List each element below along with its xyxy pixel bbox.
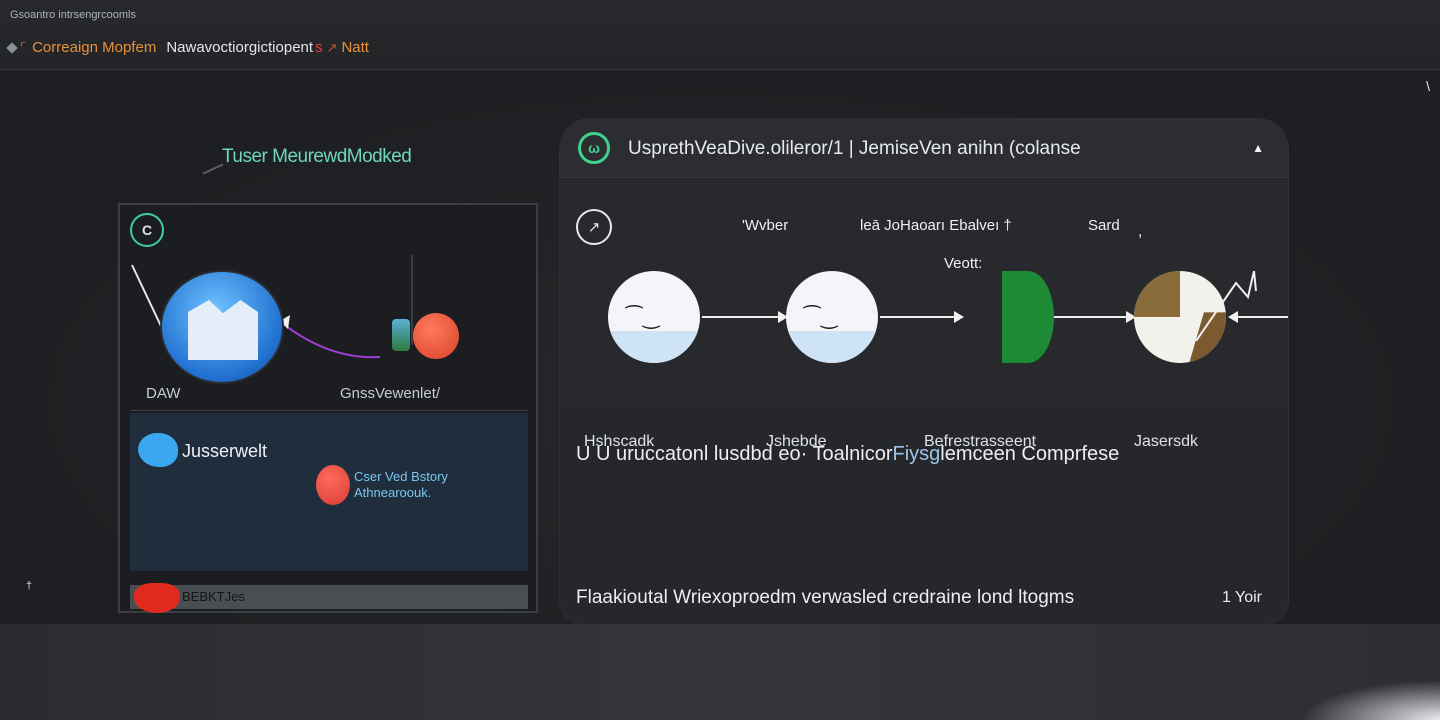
footer-description: Flaakioutal Wriexoproedm verwasled credr… [576,587,1075,608]
page-indicator: 1 Yoir [1221,589,1262,606]
top-bar: Gsoantro intrsengrcoomls ⌜ Correaign Mop… [0,0,1440,70]
flow-top-label-1: 'Wvber [742,217,789,234]
bottom-glow [1300,680,1440,720]
panel-divider [130,410,528,411]
user-label[interactable]: Jusserwelt [182,441,267,462]
flow-edge-1 [702,311,788,323]
breadcrumb-item-next[interactable]: Natt [341,39,369,56]
node-label-right: GnssVewenlet/ [340,385,441,402]
red-node[interactable] [413,313,459,359]
description-highlight[interactable]: Fiysg [892,443,940,465]
panel-logo-icon: C [130,213,164,247]
breadcrumb-item-navigation[interactable]: Nawavoctiorgictiopent [166,39,313,56]
flow-node-1-face: ⁀‿ [626,307,661,329]
chip-node[interactable] [392,319,410,351]
flow-node-3[interactable] [1002,271,1054,363]
history-note-line1: Cser Ved Bstory [354,469,448,484]
history-note: Cser Ved Bstory Athnearoouk. [354,469,448,501]
flow-node-4-label: Jasersdk [1134,433,1199,450]
heart-icon [134,583,180,613]
bottom-strip [0,624,1440,720]
flow-top-label-2: leā JoHaoarı Ebalveı † [860,217,1012,234]
diagram-area: C DAW GnssVewenlet/ [130,213,528,410]
history-note-line2: Athnearoouk. [354,485,432,500]
flow-node-2-face: ⁀‿ [804,307,839,329]
flow-node-1[interactable]: ⁀‿ [608,271,700,363]
breadcrumb: ⌜ Correaign Mopfem Nawavoctiorgictiopent… [6,39,369,56]
document-node[interactable] [160,270,284,384]
left-panel-title: Tuser MeurewdModked [222,146,412,167]
left-panel: C DAW GnssVewenlet/ Jusserwelt Cser Ved … [118,203,538,613]
flow-node-2[interactable]: ⁀‿ [786,271,878,363]
flow-diagram: ↗ 'Wvber leā JoHaoarı Ebalveı † Sard , V… [560,179,1288,450]
window-title: Gsoantro intrsengrcoomls [10,9,136,21]
description-prefix: U U [576,443,611,465]
bracket-icon: ⌜ [20,39,27,55]
flow-edge-3 [1054,311,1136,323]
footer-label: BEBKTJes [182,589,245,604]
diamond-icon [6,41,18,54]
description-line: U U uruccatonl lusdbd eo· ToalnicorFiysg… [576,443,1119,466]
left-panel-footer[interactable]: BEBKTJes [130,583,528,613]
description-main: uruccatonl lusdbd eo· Toalnicor [616,443,893,465]
right-panel-title: UsprethVeaDive.olileror/1 | JemiseVen an… [628,138,1081,159]
description-suffix: lemceen Comprfese [940,443,1120,465]
flow-top-label-3: Sard [1088,217,1120,234]
user-avatar[interactable] [138,433,178,467]
flow-top-label-4: , [1138,223,1143,240]
breadcrumb-item-suffix: s [315,39,323,56]
collapse-icon[interactable]: ▲ [1252,141,1264,155]
flow-start-icon[interactable]: ↗ [576,209,612,245]
corner-mark: \ [1426,78,1430,94]
app-logo-icon: ω [578,132,610,164]
breadcrumb-item-campaign[interactable]: Correaign Mopfem [32,39,156,56]
side-mark: † [26,580,33,592]
trend-spark-icon [1196,271,1257,341]
arrow-up-right-icon: ↗ [326,39,338,55]
right-panel-header: ω UsprethVeaDive.olileror/1 | JemiseVen … [560,119,1288,178]
user-section: Jusserwelt Cser Ved Bstory Athnearoouk. [130,413,528,571]
node-label-left: DAW [146,385,181,402]
right-panel: ω UsprethVeaDive.olileror/1 | JemiseVen … [560,119,1288,624]
flow-edge-2 [880,311,964,323]
status-dot [316,465,350,505]
flow-sub-label: Veott: [944,255,983,272]
